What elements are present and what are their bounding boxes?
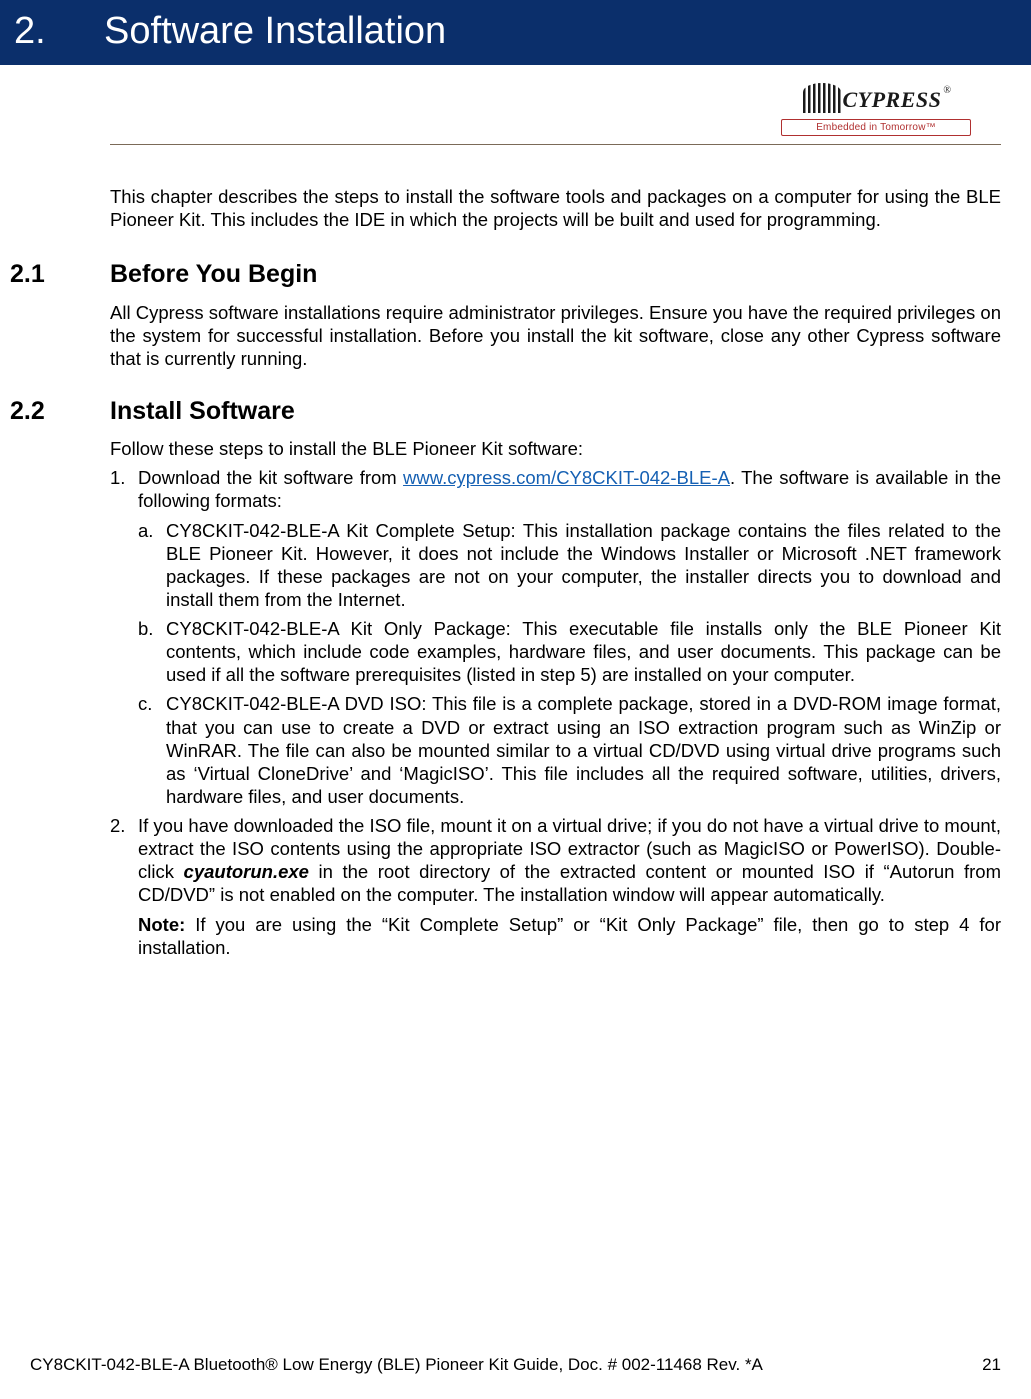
list-item: 1. Download the kit software from www.cy… [110,466,1001,808]
section-heading-2-1: 2.1 Before You Begin [0,259,1001,290]
download-link[interactable]: www.cypress.com/CY8CKIT-042-BLE-A [403,467,730,488]
logo-tagline: Embedded in Tomorrow™ [781,119,971,136]
list-marker: 1. [110,466,125,489]
list-marker: 2. [110,814,125,837]
formats-sublist: a. CY8CKIT-042-BLE-A Kit Complete Setup: … [138,519,1001,809]
logo-registered: ® [943,85,951,96]
step1-pre: Download the kit software from [138,467,403,488]
sub-c-text: CY8CKIT-042-BLE-A DVD ISO: This file is … [166,693,1001,807]
list-marker: b. [138,617,153,640]
list-item: a. CY8CKIT-042-BLE-A Kit Complete Setup: … [138,519,1001,612]
list-marker: c. [138,692,152,715]
section-title: Before You Begin [110,259,317,290]
sub-b-text: CY8CKIT-042-BLE-A Kit Only Package: This… [166,618,1001,685]
list-item: c. CY8CKIT-042-BLE-A DVD ISO: This file i… [138,692,1001,808]
install-steps-list: 1. Download the kit software from www.cy… [110,466,1001,959]
chapter-header: 2.Software Installation [0,0,1031,65]
section-2-1-body: All Cypress software installations requi… [110,301,1001,370]
section-number: 2.2 [0,396,110,427]
footer-page-number: 21 [982,1355,1001,1375]
page-content: This chapter describes the steps to inst… [0,145,1031,959]
logo-name: CYPRESS [843,87,942,112]
cypress-logo-icon [803,83,841,113]
list-item: 2. If you have downloaded the ISO file, … [110,814,1001,959]
logo-row: CYPRESS® Embedded in Tomorrow™ [110,65,1001,145]
section-2-2-lead: Follow these steps to install the BLE Pi… [110,437,1001,460]
step2-exe-filename: cyautorun.exe [184,861,309,882]
chapter-intro: This chapter describes the steps to inst… [110,185,1001,231]
note-label: Note: [138,914,185,935]
chapter-title: Software Installation [104,10,446,52]
step2-note: Note: If you are using the “Kit Complete… [138,913,1001,959]
page-footer: CY8CKIT-042-BLE-A Bluetooth® Low Energy … [30,1355,1001,1375]
footer-doc-id: CY8CKIT-042-BLE-A Bluetooth® Low Energy … [30,1355,763,1375]
section-heading-2-2: 2.2 Install Software [0,396,1001,427]
section-number: 2.1 [0,259,110,290]
sub-a-text: CY8CKIT-042-BLE-A Kit Complete Setup: Th… [166,520,1001,610]
chapter-number: 2. [14,10,104,53]
list-item: b. CY8CKIT-042-BLE-A Kit Only Package: Th… [138,617,1001,686]
list-marker: a. [138,519,153,542]
section-title: Install Software [110,396,295,427]
note-text: If you are using the “Kit Complete Setup… [138,914,1001,958]
cypress-logo: CYPRESS® Embedded in Tomorrow™ [781,87,971,136]
